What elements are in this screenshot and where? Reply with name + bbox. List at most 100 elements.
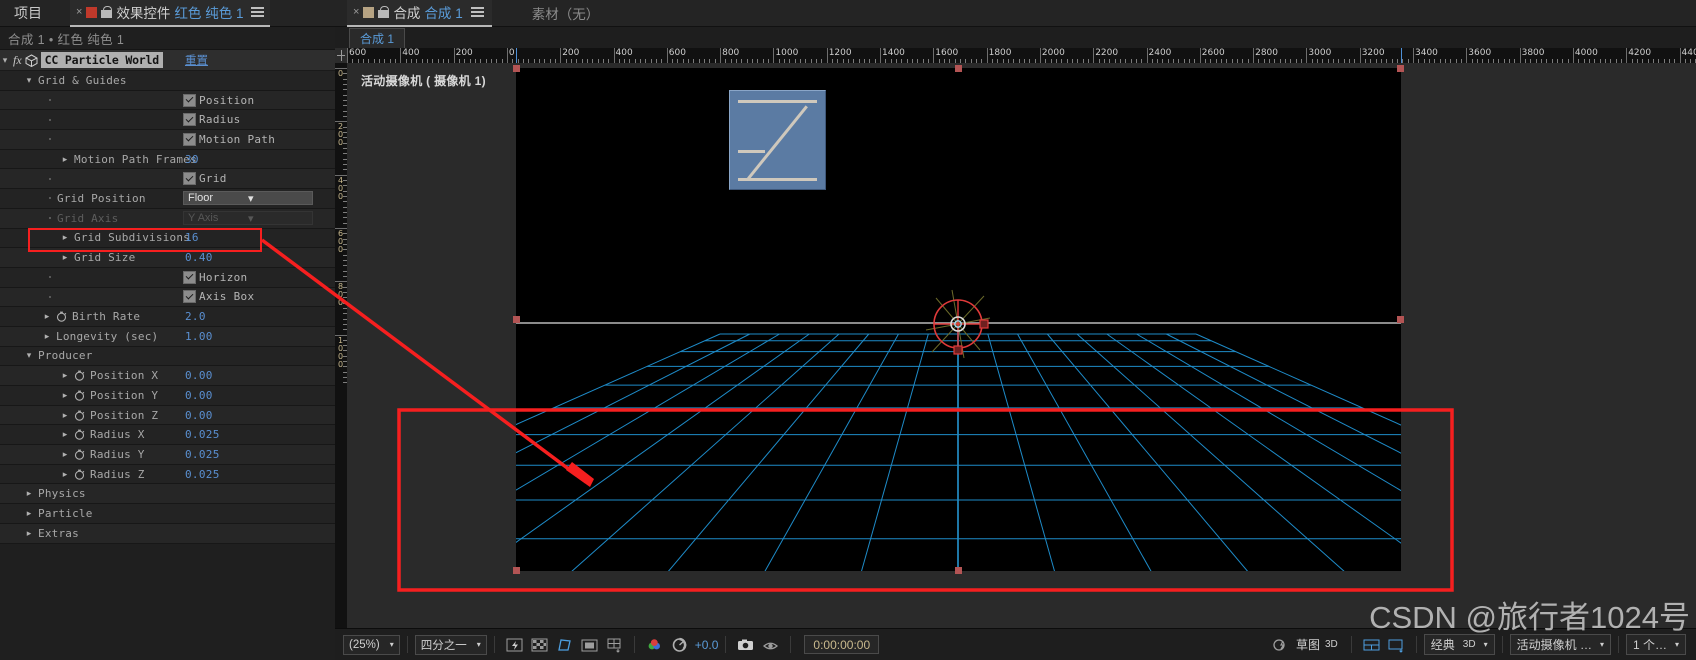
- lock-icon[interactable]: [378, 6, 390, 18]
- transparency-grid-icon[interactable]: [530, 637, 549, 653]
- layer-handle-top-left[interactable]: [513, 65, 520, 72]
- show-snapshot-icon[interactable]: [761, 637, 780, 653]
- property-row-extras[interactable]: ▸ Extras: [0, 523, 335, 544]
- property-row-position[interactable]: Position: [0, 90, 335, 111]
- channels-icon[interactable]: [645, 637, 664, 653]
- extended-viewer-icon[interactable]: [1362, 637, 1381, 653]
- stopwatch-icon[interactable]: [74, 449, 85, 460]
- chevron-down-icon[interactable]: ▾: [0, 55, 10, 65]
- property-row-birth-rate[interactable]: ▸ Birth Rate 2.0: [0, 307, 335, 327]
- property-row-physics[interactable]: ▸ Physics: [0, 484, 335, 505]
- chevron-right-icon[interactable]: ▸: [42, 331, 52, 341]
- property-row-grid-axis[interactable]: Grid Axis Y Axis ▾: [0, 208, 335, 229]
- view-select[interactable]: 活动摄像机 … ▾: [1509, 634, 1611, 655]
- chevron-down-icon[interactable]: ▾: [24, 351, 34, 360]
- chevron-right-icon[interactable]: ▸: [60, 449, 70, 459]
- chevron-right-icon[interactable]: ▸: [60, 390, 70, 400]
- property-row-motion-path-frames[interactable]: ▸ Motion Path Frames 30: [0, 149, 335, 170]
- dropdown-grid-position[interactable]: Floor ▾: [183, 191, 313, 206]
- chevron-down-icon[interactable]: ▾: [24, 75, 34, 85]
- property-row-longevity-sec[interactable]: ▸ Longevity (sec) 1.00: [0, 326, 335, 347]
- axis-box-widget[interactable]: [912, 278, 1004, 370]
- property-row-radius-z[interactable]: ▸ Radius Z 0.025: [0, 464, 335, 485]
- fast-previews-icon[interactable]: [505, 637, 524, 653]
- property-value[interactable]: 30: [185, 153, 199, 166]
- stopwatch-icon[interactable]: [74, 469, 85, 480]
- title-action-safe-icon[interactable]: [580, 637, 599, 653]
- property-row-radius-y[interactable]: ▸ Radius Y 0.025: [0, 445, 335, 465]
- property-row-position-x[interactable]: ▸ Position X 0.00: [0, 366, 335, 386]
- checkbox-horizon[interactable]: [183, 270, 196, 284]
- layer-handle-top-center[interactable]: [955, 65, 962, 72]
- property-row-position-z[interactable]: ▸ Position Z 0.00: [0, 405, 335, 426]
- vertical-ruler[interactable]: 02004006008001000: [335, 63, 347, 629]
- tab-footage[interactable]: 素材（无）: [532, 3, 600, 23]
- layer-handle-bottom-center[interactable]: [955, 567, 962, 574]
- grid-guides-icon[interactable]: [605, 637, 624, 653]
- stopwatch-icon[interactable]: [56, 311, 67, 322]
- chevron-right-icon[interactable]: ▸: [42, 312, 52, 321]
- layer-handle-mid-left[interactable]: [513, 316, 520, 323]
- property-row-horizon[interactable]: Horizon: [0, 267, 335, 288]
- composition-stage[interactable]: 活动摄像机 ( 摄像机 1): [347, 63, 1696, 629]
- mask-paths-icon[interactable]: [555, 637, 574, 653]
- draft-3d-toggle[interactable]: 草图 3D: [1263, 635, 1344, 654]
- property-value[interactable]: 16: [185, 231, 199, 244]
- property-row-grid-guides[interactable]: ▾ Grid & Guides: [0, 71, 335, 91]
- chevron-right-icon[interactable]: ▸: [60, 253, 70, 262]
- property-value[interactable]: 0.40: [185, 251, 213, 264]
- stopwatch-icon[interactable]: [74, 370, 85, 382]
- exposure-icon[interactable]: [670, 637, 689, 653]
- property-value[interactable]: 2.0: [185, 310, 206, 323]
- tab-composition[interactable]: × 合成 合成 1: [347, 0, 492, 27]
- chevron-right-icon[interactable]: ▸: [60, 233, 70, 242]
- chevron-right-icon[interactable]: ▸: [24, 489, 34, 498]
- stopwatch-icon[interactable]: [74, 429, 85, 441]
- property-row-particle[interactable]: ▸ Particle: [0, 504, 335, 524]
- property-row-position-y[interactable]: ▸ Position Y 0.00: [0, 386, 335, 406]
- layer-handle-bottom-left[interactable]: [513, 567, 520, 574]
- exposure-value[interactable]: +0.0: [695, 638, 719, 652]
- property-row-grid[interactable]: Grid: [0, 169, 335, 190]
- chevron-right-icon[interactable]: ▸: [60, 469, 70, 479]
- ruler-origin-icon[interactable]: [335, 48, 347, 63]
- tab-project[interactable]: 项目: [8, 3, 48, 23]
- property-row-motion-path[interactable]: Motion Path: [0, 130, 335, 150]
- effect-name[interactable]: CC Particle World: [40, 52, 163, 68]
- resolution-select[interactable]: 四分之一 ▾: [414, 634, 487, 655]
- panel-menu-icon[interactable]: [470, 4, 484, 19]
- property-value[interactable]: 0.025: [185, 468, 220, 481]
- layer-handle-mid-right[interactable]: [1397, 316, 1404, 323]
- horizontal-ruler[interactable]: 600 400 200 0 200 400 600 800 1000 1200 1400 1600 18…: [335, 48, 1696, 64]
- layer-handle-top-right[interactable]: [1397, 65, 1404, 72]
- lock-icon[interactable]: [101, 6, 113, 18]
- reset-button[interactable]: 重置: [185, 52, 208, 68]
- checkbox-radius[interactable]: [183, 113, 196, 127]
- property-value[interactable]: 0.025: [185, 448, 220, 461]
- tab-effect-controls[interactable]: × 效果控件 红色 纯色 1: [70, 0, 271, 27]
- snapshot-camera-icon[interactable]: [736, 637, 755, 653]
- fx-icon[interactable]: fx: [13, 53, 22, 68]
- stopwatch-icon[interactable]: [74, 390, 85, 401]
- close-icon[interactable]: ×: [76, 6, 82, 18]
- property-value[interactable]: 0.00: [185, 369, 213, 382]
- property-value[interactable]: 0.00: [185, 389, 213, 402]
- property-row-grid-subdivisions[interactable]: ▸ Grid Subdivisions 16: [0, 228, 335, 249]
- close-icon[interactable]: ×: [353, 6, 359, 18]
- effect-header-row[interactable]: ▾ fx CC Particle World 重置: [0, 50, 335, 71]
- checkbox-position[interactable]: [183, 93, 196, 107]
- property-row-radius[interactable]: Radius: [0, 110, 335, 131]
- property-row-axis-box[interactable]: Axis Box: [0, 287, 335, 308]
- chevron-right-icon[interactable]: ▸: [24, 528, 34, 538]
- zoom-level-select[interactable]: (25%) ▾: [343, 634, 400, 655]
- checkbox-axis-box[interactable]: [183, 290, 196, 304]
- viewer-layout-icon[interactable]: [1387, 637, 1406, 653]
- panel-menu-icon[interactable]: [251, 4, 265, 19]
- property-value[interactable]: 0.00: [185, 409, 213, 422]
- checkbox-grid[interactable]: [183, 172, 196, 186]
- checkbox-motion-path[interactable]: [183, 132, 196, 146]
- renderer-select[interactable]: 经典 3D ▾: [1423, 634, 1495, 655]
- chevron-right-icon[interactable]: ▸: [60, 371, 70, 380]
- property-row-producer[interactable]: ▾ Producer: [0, 346, 335, 367]
- chevron-right-icon[interactable]: ▸: [60, 430, 70, 439]
